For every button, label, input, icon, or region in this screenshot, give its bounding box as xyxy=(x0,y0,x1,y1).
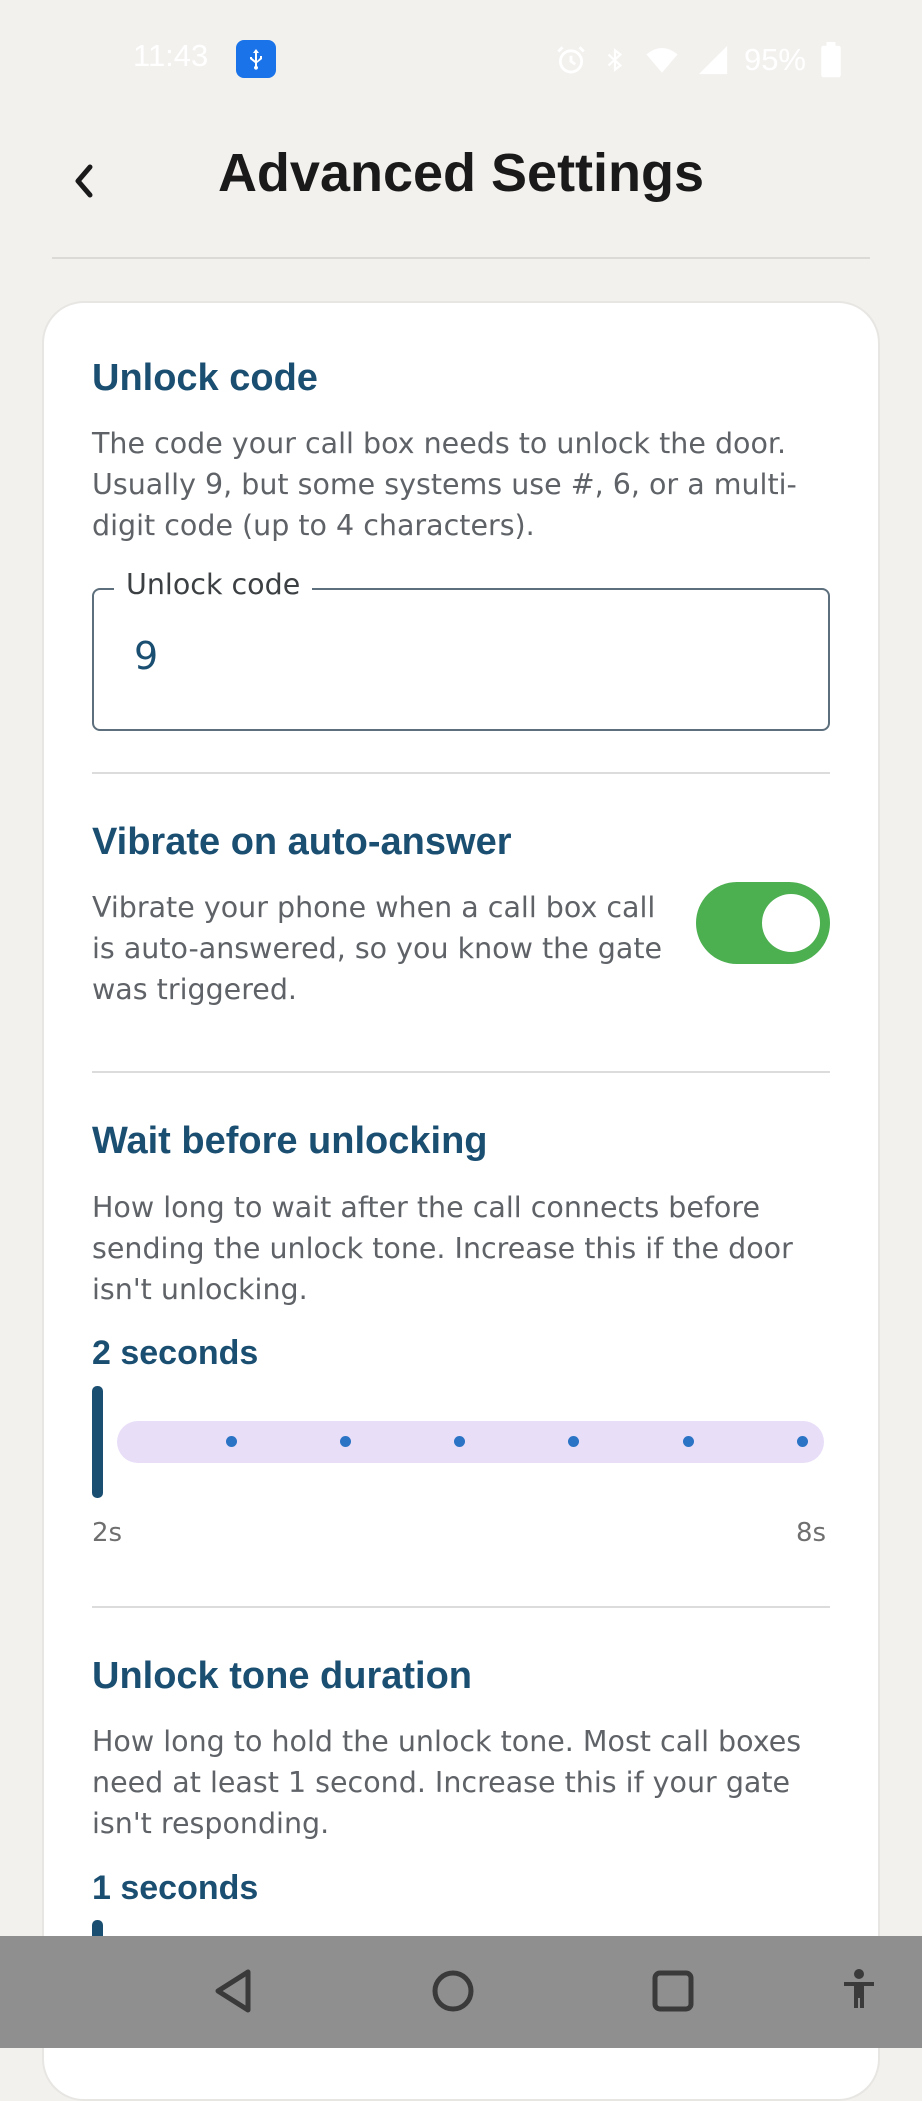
slider-tick xyxy=(340,1436,351,1447)
bluetooth-icon xyxy=(607,47,623,73)
toggle-knob xyxy=(762,894,820,952)
nav-recents-button[interactable] xyxy=(640,1958,706,2024)
wait-before-unlocking-title: Wait before unlocking xyxy=(92,1120,488,1162)
recents-nav-icon xyxy=(652,1970,694,2012)
cell-signal-icon xyxy=(698,45,728,75)
unlock-code-field[interactable]: Unlock code 9 xyxy=(92,568,830,731)
slider-tick xyxy=(683,1436,694,1447)
usb-icon xyxy=(236,40,276,78)
unlock-code-field-label: Unlock code xyxy=(114,568,313,601)
unlock-code-title: Unlock code xyxy=(92,357,318,399)
wait-slider-max-label: 8s xyxy=(796,1518,827,1548)
navigation-bar xyxy=(0,1936,922,2048)
nav-back-button[interactable] xyxy=(201,1958,267,2024)
unlock-code-description: The code your call box needs to unlock t… xyxy=(92,427,797,542)
status-icons: 95% xyxy=(554,40,842,80)
section-divider xyxy=(92,1606,830,1608)
unlock-tone-duration-title: Unlock tone duration xyxy=(92,1655,472,1697)
header-divider xyxy=(52,257,870,259)
wait-slider-track[interactable] xyxy=(117,1421,824,1463)
wifi-icon xyxy=(646,47,678,73)
vibrate-toggle[interactable] xyxy=(696,882,830,964)
slider-tick xyxy=(568,1436,579,1447)
wait-slider-min-label: 2s xyxy=(92,1518,123,1548)
wait-before-unlocking-description: How long to wait after the call connects… xyxy=(92,1191,793,1306)
page-title: Advanced Settings xyxy=(217,143,705,203)
wait-slider-thumb[interactable] xyxy=(92,1386,103,1498)
vibrate-title: Vibrate on auto-answer xyxy=(92,821,512,863)
back-nav-icon xyxy=(215,1969,251,2013)
accessibility-icon xyxy=(844,1969,874,2008)
slider-tick xyxy=(226,1436,237,1447)
alarm-icon xyxy=(557,46,585,74)
status-time: 11:43 xyxy=(133,38,209,73)
section-divider xyxy=(92,1071,830,1073)
section-divider xyxy=(92,772,830,774)
unlock-tone-duration-description: How long to hold the unlock tone. Most c… xyxy=(92,1725,802,1840)
home-nav-icon xyxy=(432,1970,474,2012)
battery-percent: 95% xyxy=(743,42,806,77)
status-bar: 11:43 95% xyxy=(0,0,922,120)
wait-slider-value: 2 seconds xyxy=(92,1334,259,1372)
nav-accessibility-button[interactable] xyxy=(826,1958,892,2024)
tone-slider-value: 1 seconds xyxy=(92,1869,259,1907)
slider-tick xyxy=(797,1436,808,1447)
nav-home-button[interactable] xyxy=(420,1958,486,2024)
slider-tick xyxy=(454,1436,465,1447)
battery-icon xyxy=(821,42,841,78)
vibrate-description: Vibrate your phone when a call box call … xyxy=(92,891,663,1006)
unlock-code-input[interactable]: 9 xyxy=(134,634,158,678)
